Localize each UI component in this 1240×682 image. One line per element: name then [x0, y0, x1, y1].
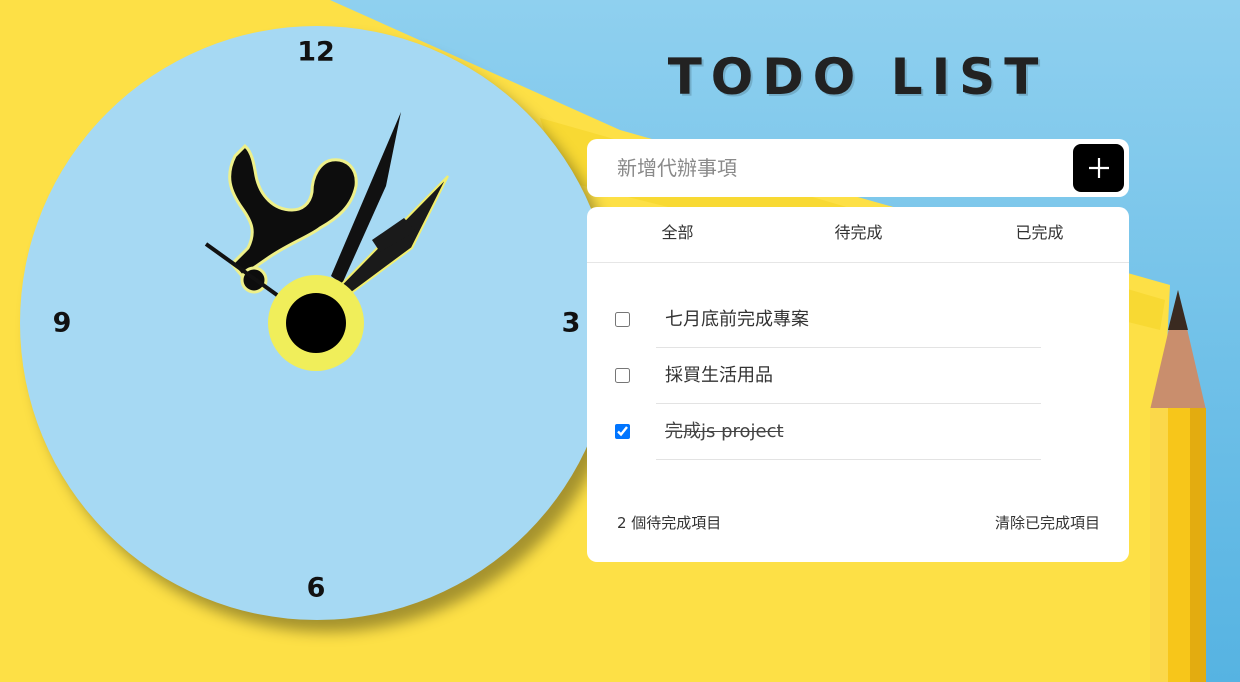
- todo-text: 七月底前完成專案: [665, 309, 809, 330]
- add-todo-button[interactable]: [1073, 144, 1124, 192]
- todo-checkbox[interactable]: [615, 312, 630, 327]
- plus-icon: [1088, 158, 1109, 178]
- clock-number-12: 12: [297, 36, 335, 68]
- new-todo-bar: [587, 139, 1129, 197]
- todo-item: 採買生活用品: [615, 348, 1041, 404]
- clock-center-dot: [286, 293, 346, 353]
- clock-number-9: 9: [52, 307, 72, 339]
- clock-number-6: 6: [306, 572, 326, 604]
- pending-count: 2 個待完成項目: [617, 514, 722, 532]
- todo-divider: [656, 459, 1041, 460]
- todo-text: 完成js project: [665, 421, 784, 442]
- clock-face: 12 3 6 9: [20, 26, 614, 620]
- clock-number-3: 3: [561, 307, 581, 339]
- todo-text: 採買生活用品: [665, 365, 773, 386]
- clear-completed-link[interactable]: 清除已完成項目: [995, 512, 1100, 533]
- todo-checkbox[interactable]: [615, 424, 630, 439]
- new-todo-input[interactable]: [587, 139, 1057, 197]
- todo-card: 全部 待完成 已完成 七月底前完成專案 採買生活用品 完成js project …: [587, 207, 1129, 562]
- todo-checkbox[interactable]: [615, 368, 630, 383]
- filter-tabs: 全部 待完成 已完成: [587, 207, 1129, 263]
- todo-item: 七月底前完成專案: [615, 292, 1041, 348]
- clock-hands-art: [204, 112, 449, 371]
- tab-completed[interactable]: 已完成: [949, 207, 1130, 262]
- todo-item: 完成js project: [615, 404, 1041, 460]
- app-title: TODO LIST: [667, 48, 1048, 106]
- tab-pending[interactable]: 待完成: [768, 207, 949, 262]
- tab-all[interactable]: 全部: [587, 207, 768, 262]
